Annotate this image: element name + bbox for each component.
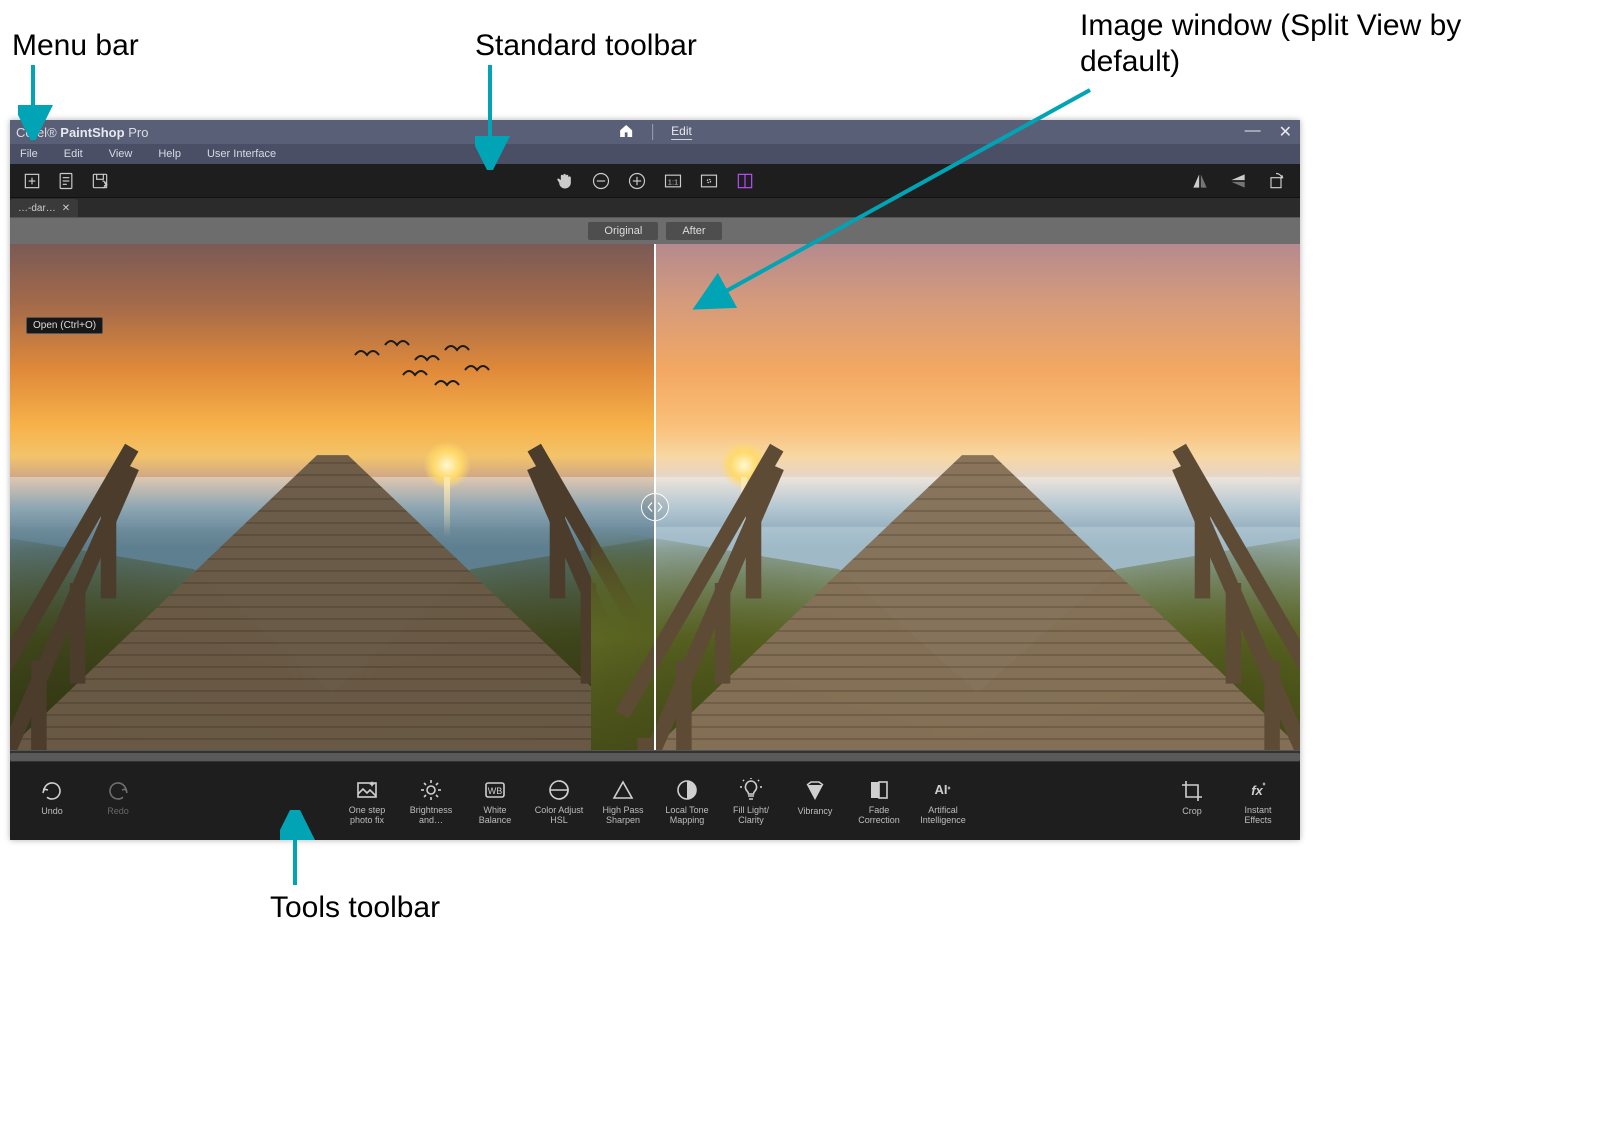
tooltip: Open (Ctrl+O) [26,317,103,334]
callout-standard-toolbar: Standard toolbar [475,28,697,64]
birds-icon [345,335,525,415]
fill-light-button[interactable]: Fill Light/ Clarity [723,777,779,825]
triangle-icon [610,777,636,803]
flip-vertical-icon[interactable] [1226,169,1250,193]
svg-text:1:1: 1:1 [668,177,678,186]
undo-button[interactable]: Undo [24,778,80,825]
brand: Corel® PaintShop Pro [16,125,148,140]
document-tabs: …-dar… ✕ [10,198,1300,218]
divider [652,124,653,140]
new-button[interactable] [20,169,44,193]
image-original [10,244,655,750]
menu-user-interface[interactable]: User Interface [207,148,276,160]
split-square-icon [866,777,892,803]
high-pass-button[interactable]: High Pass Sharpen [595,777,651,825]
split-handle-icon[interactable] [641,493,669,521]
close-button[interactable]: ✕ [1279,122,1292,142]
callout-tools-toolbar: Tools toolbar [270,890,440,926]
rotate-button[interactable] [1264,169,1288,193]
white-balance-button[interactable]: WB White Balance [467,777,523,825]
brightness-button[interactable]: Brightness and… [403,777,459,825]
crop-icon [1179,778,1205,804]
photo-icon [354,777,380,803]
split-view-button[interactable] [733,169,757,193]
undo-icon [39,778,65,804]
fx-icon: fx [1245,777,1271,803]
label-after: After [666,222,721,240]
svg-text:AI: AI [935,782,948,797]
wb-icon: WB [482,777,508,803]
close-tab-icon[interactable]: ✕ [62,203,70,214]
actual-size-button[interactable]: 1:1 [661,169,685,193]
callout-image-window: Image window (Split View by default) [1080,8,1510,80]
instant-effects-button[interactable]: fx Instant Effects [1230,777,1286,825]
titlebar: Corel® PaintShop Pro Edit — ✕ [10,120,1300,144]
zoom-out-button[interactable] [589,169,613,193]
fit-window-button[interactable] [697,169,721,193]
ai-icon: AI [930,777,956,803]
tab-edit[interactable]: Edit [671,124,692,140]
tools-toolbar: Undo Redo One step photo fix Brightness … [10,762,1300,840]
diamond-icon [802,778,828,804]
document-tab-label: …-dar… [18,203,56,214]
menu-bar: File Edit View Help User Interface [10,144,1300,164]
save-button[interactable] [88,169,112,193]
flip-horizontal-icon[interactable] [1188,169,1212,193]
redo-button: Redo [90,778,146,825]
callout-menu-bar: Menu bar [12,28,139,64]
color-hsl-button[interactable]: Color Adjust HSL [531,777,587,825]
home-icon[interactable] [618,123,634,142]
menu-file[interactable]: File [20,148,38,160]
brightness-icon [418,777,444,803]
pan-icon[interactable] [553,169,577,193]
menu-help[interactable]: Help [158,148,181,160]
minimize-button[interactable]: — [1245,122,1261,142]
color-wheel-icon [546,777,572,803]
local-tone-button[interactable]: Local Tone Mapping [659,777,715,825]
horizontal-scrollbar[interactable] [10,750,1300,762]
image-after [655,244,1300,750]
menu-edit[interactable]: Edit [64,148,83,160]
zoom-in-button[interactable] [625,169,649,193]
canvas-area: Original After [10,218,1300,762]
vibrancy-button[interactable]: Vibrancy [787,777,843,825]
half-circle-icon [674,777,700,803]
one-step-fix-button[interactable]: One step photo fix [339,777,395,825]
split-labels: Original After [10,218,1300,244]
redo-icon [105,778,131,804]
fade-correction-button[interactable]: Fade Correction [851,777,907,825]
svg-text:WB: WB [488,786,503,796]
image-window[interactable] [10,244,1300,750]
app-window: Corel® PaintShop Pro Edit — ✕ File Edit … [10,120,1300,840]
crop-button[interactable]: Crop [1164,778,1220,825]
svg-text:fx: fx [1251,783,1263,798]
menu-view[interactable]: View [109,148,133,160]
label-original: Original [588,222,658,240]
document-tab[interactable]: …-dar… ✕ [10,199,78,217]
ai-button[interactable]: AI Artifical Intelligence [915,777,971,825]
bulb-icon [738,777,764,803]
standard-toolbar: 1:1 [10,164,1300,198]
open-button[interactable] [54,169,78,193]
